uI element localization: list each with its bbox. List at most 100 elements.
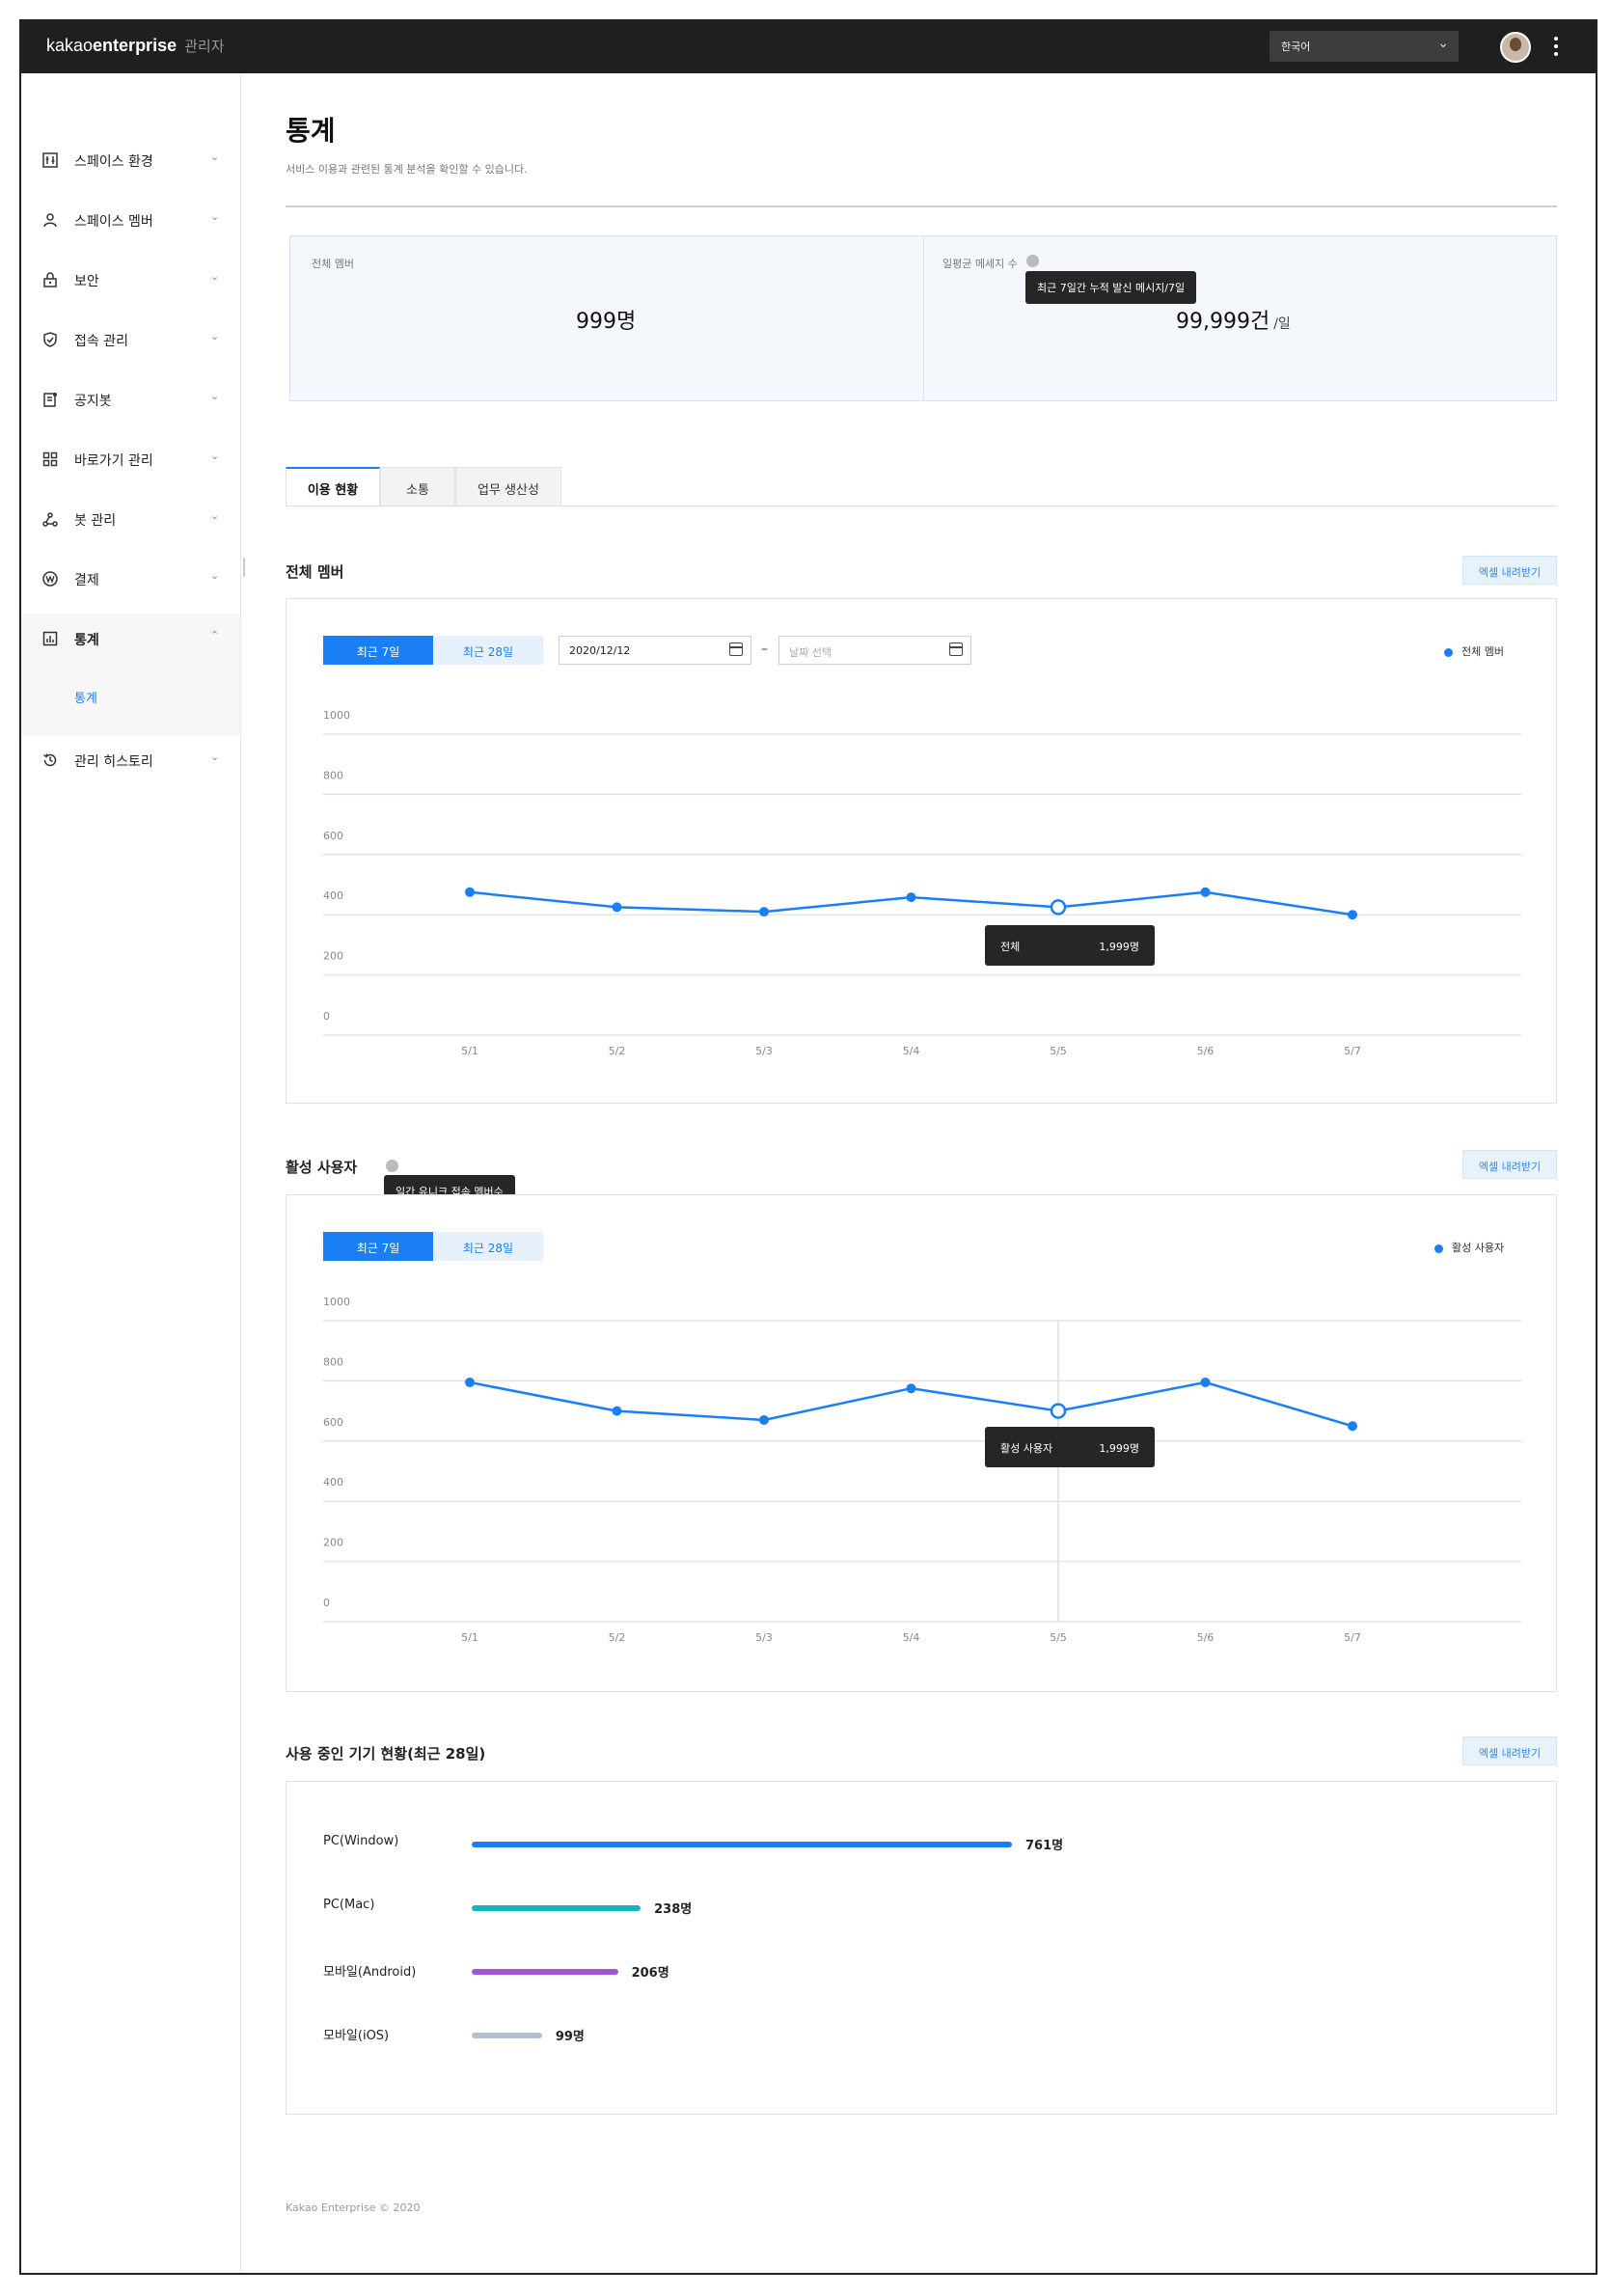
sidebar-item-bots[interactable]: 봇 관리 ⌄ bbox=[21, 500, 240, 538]
settings-sliders-icon bbox=[42, 152, 58, 168]
data-point bbox=[759, 1414, 769, 1425]
sidebar-item-space-members[interactable]: 스페이스 멤버 ⌄ bbox=[21, 201, 240, 239]
y-tick-label: 200 bbox=[323, 1537, 343, 1549]
lock-icon bbox=[43, 272, 57, 287]
y-tick-label: 1000 bbox=[323, 709, 350, 722]
total-members-label: 전체 멤버 bbox=[312, 258, 354, 270]
avg-messages-value: 99,999건 bbox=[1176, 310, 1270, 334]
sidebar-item-label: 결제 bbox=[74, 573, 99, 588]
x-tick-label: 5/4 bbox=[903, 1631, 920, 1644]
data-point bbox=[612, 1406, 622, 1416]
stats-summary: 전체 멤버 999명 일평균 메세지 수 최근 7일간 누적 발신 메시지/7일… bbox=[289, 235, 1557, 401]
sidebar-item-notice-bot[interactable]: 공지봇 ⌄ bbox=[21, 380, 240, 419]
tooltip-value: 1,999명 bbox=[1099, 941, 1139, 953]
person-icon bbox=[43, 213, 57, 228]
stats-tabs: 이용 현황 소통 업무 생산성 bbox=[286, 467, 1557, 506]
data-point bbox=[1348, 910, 1357, 920]
x-tick-label: 5/3 bbox=[755, 1045, 773, 1057]
excel-download-button[interactable]: 엑셀 내려받기 bbox=[1462, 556, 1557, 585]
sidebar-item-label: 스페이스 환경 bbox=[74, 154, 153, 170]
device-bar bbox=[472, 1905, 642, 1911]
bot-nodes-icon bbox=[42, 512, 58, 527]
data-point bbox=[906, 892, 916, 903]
sidebar-item-label: 통계 bbox=[74, 633, 99, 648]
history-icon bbox=[43, 753, 57, 767]
more-icon[interactable] bbox=[1553, 34, 1559, 61]
y-tick-label: 600 bbox=[323, 1416, 343, 1429]
device-value: 761명 bbox=[1025, 1839, 1064, 1853]
sidebar-item-label: 관리 히스토리 bbox=[74, 754, 153, 770]
x-tick-label: 5/2 bbox=[609, 1045, 626, 1057]
info-icon[interactable] bbox=[386, 1160, 398, 1172]
excel-download-button[interactable]: 엑셀 내려받기 bbox=[1462, 1736, 1557, 1765]
y-tick-label: 0 bbox=[323, 1597, 330, 1609]
sidebar-item-access[interactable]: 접속 관리 ⌄ bbox=[21, 320, 240, 359]
x-tick-label: 5/3 bbox=[755, 1631, 773, 1644]
data-point-highlighted bbox=[1050, 1403, 1067, 1419]
y-tick-label: 400 bbox=[323, 1476, 343, 1489]
members-line-chart: 0 200 400 600 800 1000 5/1 5/2 5/3 5/4 5/5 5/6 5/7 bbox=[323, 709, 1521, 1057]
device-bar bbox=[472, 2033, 542, 2038]
tooltip-label: 활성 사용자 bbox=[1000, 1442, 1053, 1455]
y-tick-label: 0 bbox=[323, 1010, 330, 1023]
sidebar-item-label: 접속 관리 bbox=[74, 334, 128, 349]
sidebar-item-security[interactable]: 보안 ⌄ bbox=[21, 260, 240, 299]
tab-usage[interactable]: 이용 현황 bbox=[286, 467, 380, 506]
chevron-up-icon: ⌃ bbox=[210, 629, 220, 642]
brand-bold: enterprise bbox=[93, 36, 177, 55]
y-tick-label: 200 bbox=[323, 950, 343, 963]
info-icon[interactable] bbox=[1026, 255, 1039, 267]
avatar[interactable] bbox=[1500, 32, 1531, 63]
page-description: 서비스 이용과 관련된 통계 분석을 확인할 수 있습니다. bbox=[286, 163, 528, 176]
y-tick-label: 800 bbox=[323, 1355, 343, 1368]
x-tick-label: 5/6 bbox=[1197, 1631, 1215, 1644]
tab-communication[interactable]: 소통 bbox=[380, 467, 455, 506]
data-point bbox=[1200, 887, 1211, 897]
app-frame: kakaoenterprise 관리자 한국어 ⌄ 스페이스 환경 ⌄ 스페이스 멤… bbox=[19, 19, 1597, 2275]
x-tick-label: 5/1 bbox=[461, 1045, 478, 1057]
sidebar-item-label: 공지봇 bbox=[74, 394, 112, 409]
sidebar-item-shortcuts[interactable]: 바로가기 관리 ⌄ bbox=[21, 440, 240, 478]
page-title: 통계 bbox=[286, 115, 336, 147]
tab-productivity[interactable]: 업무 생산성 bbox=[455, 467, 561, 506]
sidebar-item-history[interactable]: 관리 히스토리 ⌄ bbox=[21, 741, 240, 779]
sidebar-item-statistics[interactable]: 통계 ⌃ bbox=[21, 619, 240, 658]
x-tick-label: 5/1 bbox=[461, 1631, 478, 1644]
data-point bbox=[1348, 1421, 1357, 1432]
device-bar bbox=[472, 1842, 1012, 1847]
x-tick-label: 5/6 bbox=[1197, 1045, 1215, 1057]
y-tick-label: 1000 bbox=[323, 1296, 350, 1308]
footer-copyright: Kakao Enterprise © 2020 bbox=[286, 2201, 421, 2214]
chevron-down-icon: ⌄ bbox=[210, 509, 220, 522]
x-tick-label: 5/4 bbox=[903, 1045, 920, 1057]
sidebar-item-label: 보안 bbox=[74, 274, 99, 289]
sidebar-item-payment[interactable]: 결제 ⌄ bbox=[21, 560, 240, 598]
data-point bbox=[465, 887, 475, 897]
title-divider bbox=[286, 205, 1557, 207]
brand-logo[interactable]: kakaoenterprise 관리자 bbox=[46, 36, 225, 56]
sidebar-item-space-settings[interactable]: 스페이스 환경 ⌄ bbox=[21, 141, 240, 179]
x-tick-label: 5/5 bbox=[1050, 1631, 1067, 1644]
members-point-tooltip: 전체 1,999명 bbox=[985, 925, 1155, 966]
sidebar-scrollbar[interactable] bbox=[243, 558, 245, 577]
x-tick-label: 5/7 bbox=[1344, 1631, 1361, 1644]
chevron-down-icon: ⌄ bbox=[210, 150, 220, 163]
device-value: 99명 bbox=[555, 2030, 585, 2044]
tooltip-value: 1,999명 bbox=[1099, 1442, 1139, 1455]
chevron-down-icon: ⌄ bbox=[210, 270, 220, 283]
bar-chart-icon bbox=[42, 631, 58, 646]
excel-download-button[interactable]: 엑셀 내려받기 bbox=[1462, 1150, 1557, 1179]
devices-chart-panel: PC(Window) 761명 PC(Mac) 238명 모바일(Android) 206… bbox=[286, 1781, 1557, 2115]
chevron-down-icon: ⌄ bbox=[210, 450, 220, 462]
data-point bbox=[906, 1383, 916, 1394]
device-label: 모바일(iOS) bbox=[323, 2029, 390, 2043]
data-point bbox=[1200, 1377, 1211, 1387]
device-bar bbox=[472, 1969, 618, 1975]
active-chart-panel: 최근 7일 최근 28일 활성 사용자 0 200 400 600 800 1000 5/1… bbox=[286, 1194, 1557, 1692]
sidebar-subitem-statistics[interactable]: 통계 bbox=[74, 688, 97, 706]
x-tick-label: 5/5 bbox=[1050, 1045, 1067, 1057]
chevron-down-icon: ⌄ bbox=[210, 330, 220, 342]
language-select[interactable]: 한국어 ⌄ bbox=[1270, 31, 1459, 62]
sidebar-item-label: 바로가기 관리 bbox=[74, 453, 153, 469]
stats-divider bbox=[923, 236, 924, 400]
